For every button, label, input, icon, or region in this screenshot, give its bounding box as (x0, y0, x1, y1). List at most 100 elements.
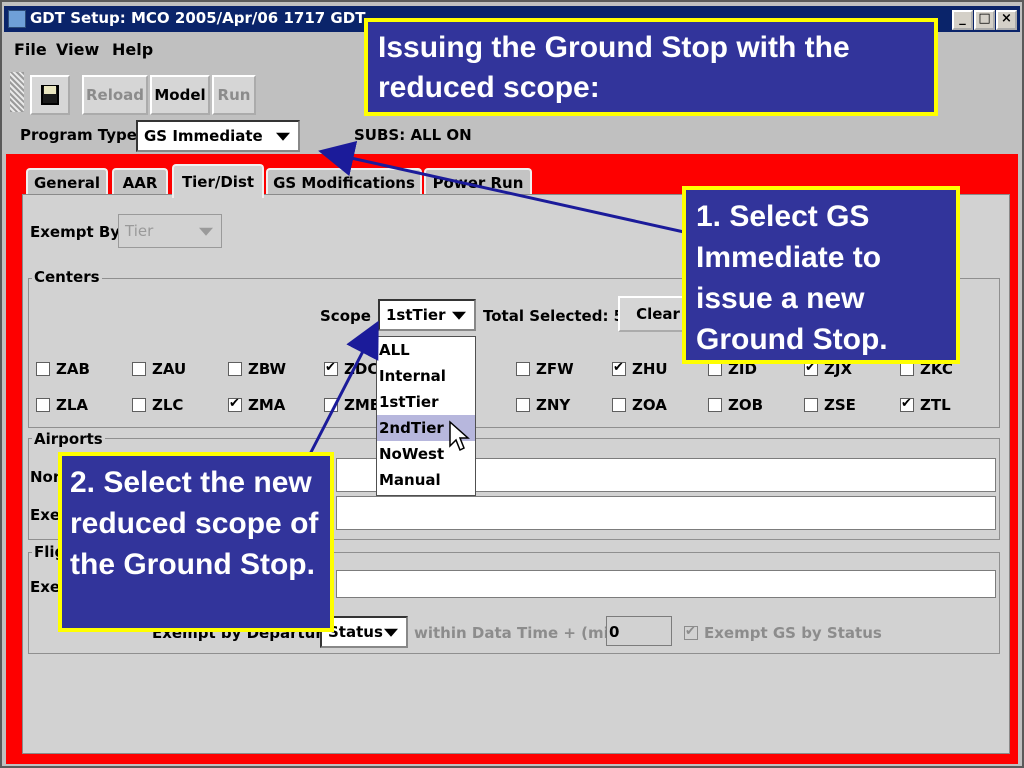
menu-view[interactable]: View (56, 40, 99, 59)
scope-option-1sttier[interactable]: 1stTier (377, 389, 475, 415)
checkbox-box (324, 360, 338, 376)
mouse-cursor-icon (449, 420, 470, 452)
center-label: ZAB (56, 360, 90, 378)
slide-title-callout: Issuing the Ground Stop with the reduced… (364, 18, 938, 116)
tab-gs-modifications[interactable]: GS Modifications (266, 168, 422, 196)
center-label: ZLA (56, 396, 89, 414)
scope-label: Scope (320, 307, 371, 325)
center-label: ZNY (536, 396, 571, 414)
step2-callout: 2. Select the new reduced scope of the G… (58, 452, 334, 632)
center-checkbox-zhu[interactable]: ZHU (612, 360, 668, 378)
exempt-gs-by-status-label: Exempt GS by Status (704, 624, 882, 642)
center-label: ZSE (824, 396, 856, 414)
center-label: ZOA (632, 396, 667, 414)
step1-callout: 1. Select GS Immediate to issue a new Gr… (682, 186, 960, 364)
exempt-flights-field[interactable] (336, 570, 996, 598)
centers-title: Centers (32, 268, 102, 286)
program-type-combo[interactable]: GS Immediate (136, 120, 300, 152)
subs-status: SUBS: ALL ON (354, 126, 472, 144)
tab-aar[interactable]: AAR (112, 168, 168, 196)
exempt-by-value: Tier (125, 222, 154, 240)
checkbox-box (612, 398, 626, 412)
checkbox-box (36, 398, 50, 412)
center-label: ZFW (536, 360, 574, 378)
checkbox-box (612, 360, 626, 376)
center-label: ZHU (632, 360, 668, 378)
center-label: ZOB (728, 396, 764, 414)
save-button[interactable] (30, 75, 70, 115)
exempt-flights-label: Exe (30, 578, 61, 596)
center-checkbox-zlc[interactable]: ZLC (132, 396, 183, 414)
program-type-value: GS Immediate (144, 127, 263, 145)
minutes-field[interactable]: 0 (606, 616, 672, 646)
maximize-button[interactable]: □ (974, 10, 995, 30)
window-title: GDT Setup: MCO 2005/Apr/06 1717 GDT (30, 9, 366, 27)
run-button[interactable]: Run (212, 75, 256, 115)
checkbox-box (228, 362, 242, 376)
checkbox-box (900, 362, 914, 376)
scope-option-internal[interactable]: Internal (377, 363, 475, 389)
checkbox-box (804, 398, 818, 412)
toolbar-grip-icon[interactable] (10, 72, 24, 112)
checkbox-box (900, 396, 914, 412)
center-label: ZAU (152, 360, 187, 378)
center-label: ZBW (248, 360, 287, 378)
exempt-gs-by-status-checkbox[interactable]: Exempt GS by Status (684, 624, 882, 642)
menu-help[interactable]: Help (112, 40, 153, 59)
center-label: ZTL (920, 396, 951, 414)
center-checkbox-zla[interactable]: ZLA (36, 396, 88, 414)
checkbox-box (516, 362, 530, 376)
exempt-airports-label: Exe (30, 506, 61, 524)
chevron-down-icon (276, 132, 290, 141)
center-checkbox-zoa[interactable]: ZOA (612, 396, 667, 414)
exempt-airports-field[interactable] (336, 496, 996, 530)
center-label: ZDC (344, 360, 379, 378)
chevron-down-icon (199, 227, 213, 236)
within-data-time-label: within Data Time + (min) (414, 624, 627, 642)
exempt-by-combo[interactable]: Tier (118, 214, 222, 248)
close-button[interactable]: × (996, 10, 1017, 30)
scope-combo[interactable]: 1stTier (378, 299, 476, 331)
center-checkbox-zdc[interactable]: ZDC (324, 360, 378, 378)
checkbox-box (132, 398, 146, 412)
scope-dropdown-list[interactable]: ALL Internal 1stTier 2ndTier NoWest Manu… (376, 336, 476, 496)
minimize-button[interactable]: _ (952, 10, 973, 30)
model-button[interactable]: Model (150, 75, 210, 115)
center-checkbox-zbw[interactable]: ZBW (228, 360, 286, 378)
center-checkbox-zab[interactable]: ZAB (36, 360, 90, 378)
scope-option-all[interactable]: ALL (377, 337, 475, 363)
center-label: ZME (344, 396, 381, 414)
reload-button[interactable]: Reload (82, 75, 148, 115)
checkbox-box (36, 362, 50, 376)
airports-title: Airports (32, 430, 105, 448)
checkbox-box (324, 398, 338, 412)
checkbox-box (132, 362, 146, 376)
menu-file[interactable]: File (14, 40, 47, 59)
checkbox-box (708, 398, 722, 412)
tab-power-run[interactable]: Power Run (424, 168, 532, 196)
scope-option-manual[interactable]: Manual (377, 467, 475, 493)
departure-status-value: Status (328, 623, 383, 641)
scope-value: 1stTier (386, 306, 446, 324)
center-checkbox-zse[interactable]: ZSE (804, 396, 856, 414)
checkbox-box (684, 624, 698, 640)
center-checkbox-zau[interactable]: ZAU (132, 360, 186, 378)
center-checkbox-zma[interactable]: ZMA (228, 396, 285, 414)
total-selected: Total Selected: 5 (483, 307, 625, 325)
center-checkbox-zob[interactable]: ZOB (708, 396, 763, 414)
checkbox-box (804, 360, 818, 376)
chevron-down-icon (452, 311, 466, 320)
center-checkbox-zfw[interactable]: ZFW (516, 360, 574, 378)
tab-tier-dist[interactable]: Tier/Dist (172, 164, 264, 198)
center-checkbox-zme[interactable]: ZME (324, 396, 380, 414)
center-checkbox-zny[interactable]: ZNY (516, 396, 570, 414)
program-type-label: Program Type (20, 126, 137, 144)
checkbox-box (516, 398, 530, 412)
center-label: ZLC (152, 396, 184, 414)
checkbox-box (228, 396, 242, 412)
app-icon (8, 10, 26, 28)
checkbox-box (708, 362, 722, 376)
exempt-by-label: Exempt By (30, 223, 121, 241)
center-checkbox-ztl[interactable]: ZTL (900, 396, 951, 414)
tab-general[interactable]: General (26, 168, 108, 196)
